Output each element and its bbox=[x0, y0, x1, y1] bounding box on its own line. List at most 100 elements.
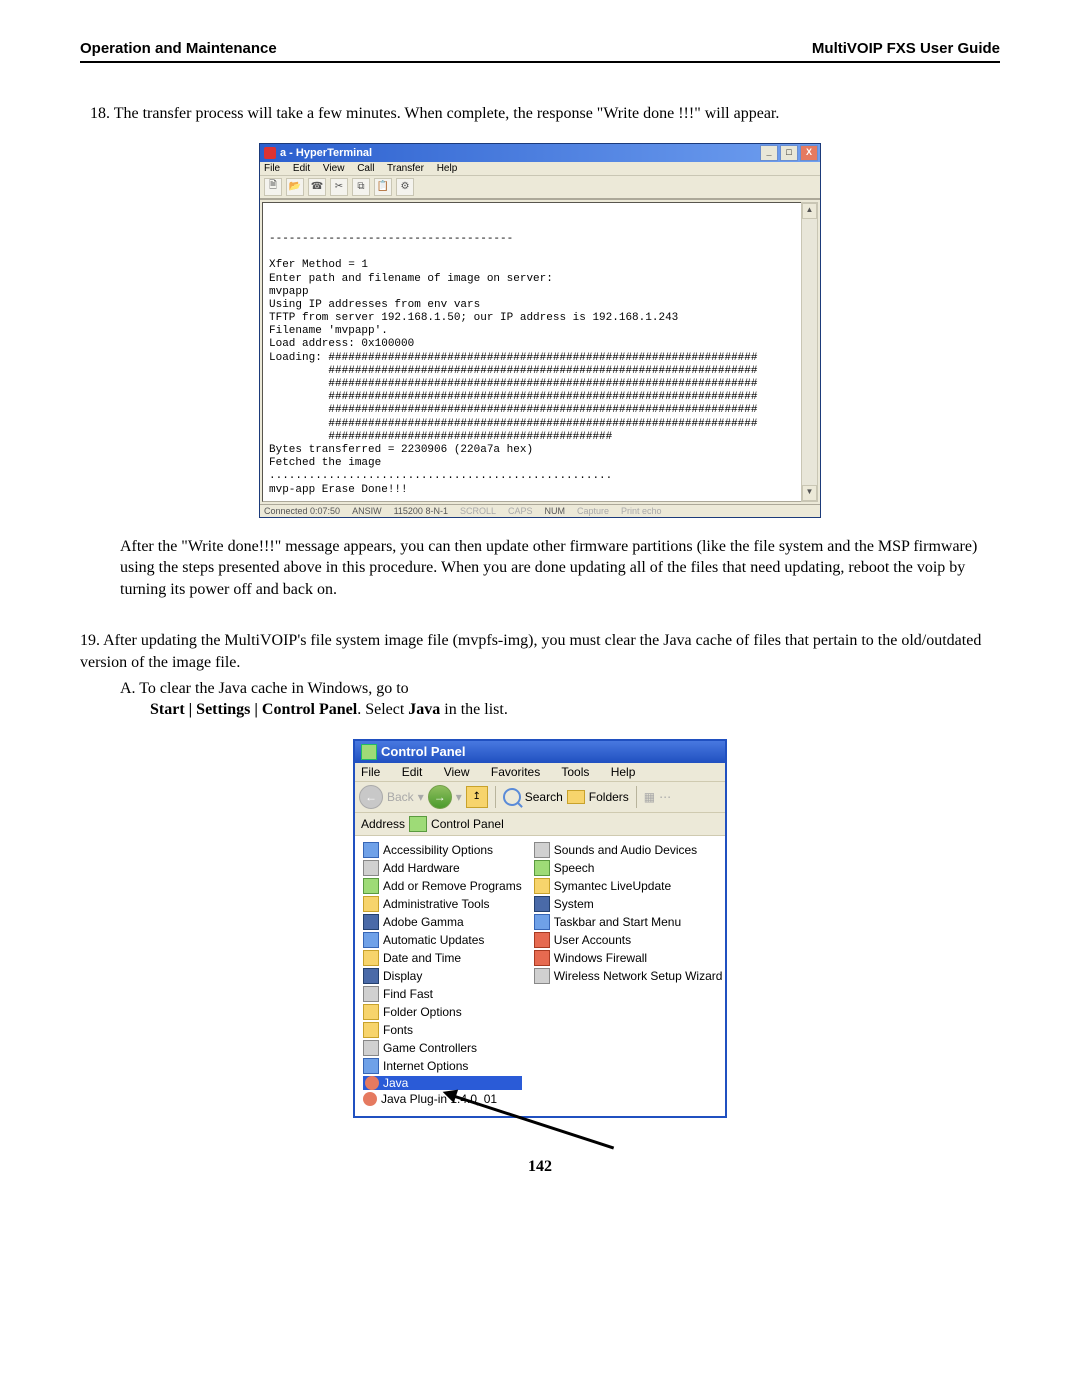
search-icon[interactable] bbox=[503, 788, 521, 806]
menu-help[interactable]: Help bbox=[437, 163, 458, 174]
menu-view[interactable]: View bbox=[323, 163, 345, 174]
cp-item-label: Windows Firewall bbox=[554, 951, 647, 965]
control-panel-icon bbox=[361, 744, 377, 760]
menu-edit[interactable]: Edit bbox=[293, 163, 310, 174]
terminal-output[interactable]: ------------------------------------- Xf… bbox=[262, 202, 818, 502]
cp-item-windows-firewall[interactable]: Windows Firewall bbox=[534, 950, 723, 966]
yel-icon bbox=[363, 950, 379, 966]
forward-button[interactable]: → bbox=[428, 785, 452, 809]
back-dropdown-icon[interactable]: ▾ bbox=[418, 790, 424, 804]
control-panel-menubar: File Edit View Favorites Tools Help bbox=[355, 763, 725, 781]
scroll-up-icon[interactable]: ▲ bbox=[802, 203, 817, 219]
cp-item-accessibility-options[interactable]: Accessibility Options bbox=[363, 842, 522, 858]
open-icon[interactable]: 📂 bbox=[286, 178, 304, 196]
cp-item-speech[interactable]: Speech bbox=[534, 860, 723, 876]
cp-item-label: Java bbox=[383, 1076, 408, 1090]
scroll-down-icon[interactable]: ▼ bbox=[802, 485, 817, 501]
cp-item-label: Add or Remove Programs bbox=[383, 879, 522, 893]
close-button[interactable]: X bbox=[800, 145, 818, 161]
cp-item-folder-options[interactable]: Folder Options bbox=[363, 1004, 522, 1020]
mon-icon bbox=[363, 968, 379, 984]
search-label[interactable]: Search bbox=[525, 790, 563, 804]
address-value[interactable]: Control Panel bbox=[431, 817, 504, 831]
header-right: MultiVOIP FXS User Guide bbox=[812, 40, 1000, 57]
cp-item-java[interactable]: Java bbox=[363, 1076, 522, 1090]
cp-item-label: Date and Time bbox=[383, 951, 461, 965]
gray-icon bbox=[363, 860, 379, 876]
connect-icon[interactable]: ☎ bbox=[308, 178, 326, 196]
cp-item-display[interactable]: Display bbox=[363, 968, 522, 984]
cp-menu-tools[interactable]: Tools bbox=[561, 765, 589, 779]
folders-icon[interactable] bbox=[567, 790, 585, 804]
blue-icon bbox=[363, 842, 379, 858]
hyperterminal-titlebar[interactable]: a - HyperTerminal _ □ X bbox=[260, 144, 820, 162]
cp-menu-edit[interactable]: Edit bbox=[402, 765, 423, 779]
page-header: Operation and Maintenance MultiVOIP FXS … bbox=[80, 40, 1000, 63]
blue-icon bbox=[363, 1058, 379, 1074]
hyperterminal-menubar: File Edit View Call Transfer Help bbox=[260, 162, 820, 176]
gray-icon bbox=[534, 842, 550, 858]
cp-item-system[interactable]: System bbox=[534, 896, 723, 912]
cp-item-label: Display bbox=[383, 969, 422, 983]
control-panel-titlebar[interactable]: Control Panel bbox=[355, 741, 725, 763]
cp-item-sounds-and-audio-devices[interactable]: Sounds and Audio Devices bbox=[534, 842, 723, 858]
status-emulation: ANSIW bbox=[352, 506, 382, 516]
cp-item-administrative-tools[interactable]: Administrative Tools bbox=[363, 896, 522, 912]
cp-item-label: User Accounts bbox=[554, 933, 631, 947]
cp-item-internet-options[interactable]: Internet Options bbox=[363, 1058, 522, 1074]
up-button[interactable]: ↥ bbox=[466, 786, 488, 808]
cp-item-game-controllers[interactable]: Game Controllers bbox=[363, 1040, 522, 1056]
cp-menu-help[interactable]: Help bbox=[611, 765, 636, 779]
folders-label[interactable]: Folders bbox=[589, 790, 629, 804]
control-panel-body: Accessibility Options Add Hardware Add or … bbox=[355, 836, 725, 1116]
status-port: 115200 8-N-1 bbox=[394, 506, 448, 516]
menu-file[interactable]: File bbox=[264, 163, 280, 174]
extra-icon[interactable]: ⋯ bbox=[659, 790, 671, 804]
paste-icon[interactable]: 📋 bbox=[374, 178, 392, 196]
hyperterminal-statusbar: Connected 0:07:50 ANSIW 115200 8-N-1 SCR… bbox=[260, 504, 820, 517]
cp-item-user-accounts[interactable]: User Accounts bbox=[534, 932, 723, 948]
mon-icon bbox=[363, 914, 379, 930]
disconnect-icon[interactable]: ✂ bbox=[330, 178, 348, 196]
forward-dropdown-icon[interactable]: ▾ bbox=[456, 790, 462, 804]
cp-item-adobe-gamma[interactable]: Adobe Gamma bbox=[363, 914, 522, 930]
cp-item-taskbar-and-start-menu[interactable]: Taskbar and Start Menu bbox=[534, 914, 723, 930]
cp-item-add-or-remove-programs[interactable]: Add or Remove Programs bbox=[363, 878, 522, 894]
cp-item-fonts[interactable]: Fonts bbox=[363, 1022, 522, 1038]
properties-icon[interactable]: ⚙ bbox=[396, 178, 414, 196]
start-mid: . Select bbox=[357, 701, 408, 718]
page-number: 142 bbox=[80, 1158, 1000, 1176]
address-icon bbox=[409, 816, 427, 832]
copy-icon[interactable]: ⧉ bbox=[352, 178, 370, 196]
control-panel-title: Control Panel bbox=[381, 744, 466, 759]
menu-call[interactable]: Call bbox=[357, 163, 374, 174]
cp-item-automatic-updates[interactable]: Automatic Updates bbox=[363, 932, 522, 948]
minimize-button[interactable]: _ bbox=[760, 145, 778, 161]
cp-item-symantec-liveupdate[interactable]: Symantec LiveUpdate bbox=[534, 878, 723, 894]
cp-item-add-hardware[interactable]: Add Hardware bbox=[363, 860, 522, 876]
cp-menu-file[interactable]: File bbox=[361, 765, 380, 779]
cp-item-wireless-network-setup-wizard[interactable]: Wireless Network Setup Wizard bbox=[534, 968, 723, 984]
cp-menu-view[interactable]: View bbox=[444, 765, 470, 779]
gray-icon bbox=[363, 1040, 379, 1056]
cp-item-find-fast[interactable]: Find Fast bbox=[363, 986, 522, 1002]
gray-icon bbox=[363, 986, 379, 1002]
step-19-text: 19. After updating the MultiVOIP's file … bbox=[80, 630, 1000, 673]
back-button[interactable]: ← bbox=[359, 785, 383, 809]
menu-transfer[interactable]: Transfer bbox=[387, 163, 424, 174]
hyperterminal-window: a - HyperTerminal _ □ X File Edit View C… bbox=[259, 143, 821, 518]
terminal-scrollbar[interactable]: ▲ ▼ bbox=[801, 202, 818, 502]
new-icon[interactable]: 🗎 bbox=[264, 178, 282, 196]
views-icon[interactable]: ▦ bbox=[644, 790, 655, 804]
cp-item-label: System bbox=[554, 897, 594, 911]
cp-item-label: Fonts bbox=[383, 1023, 413, 1037]
cp-item-label: Speech bbox=[554, 861, 595, 875]
maximize-button[interactable]: □ bbox=[780, 145, 798, 161]
cp-item-label: Symantec LiveUpdate bbox=[554, 879, 671, 893]
cp-item-label: Administrative Tools bbox=[383, 897, 490, 911]
cp-item-label: Folder Options bbox=[383, 1005, 462, 1019]
cp-item-date-and-time[interactable]: Date and Time bbox=[363, 950, 522, 966]
cp-item-label: Internet Options bbox=[383, 1059, 468, 1073]
status-caps: CAPS bbox=[508, 506, 533, 516]
cp-menu-favorites[interactable]: Favorites bbox=[491, 765, 540, 779]
